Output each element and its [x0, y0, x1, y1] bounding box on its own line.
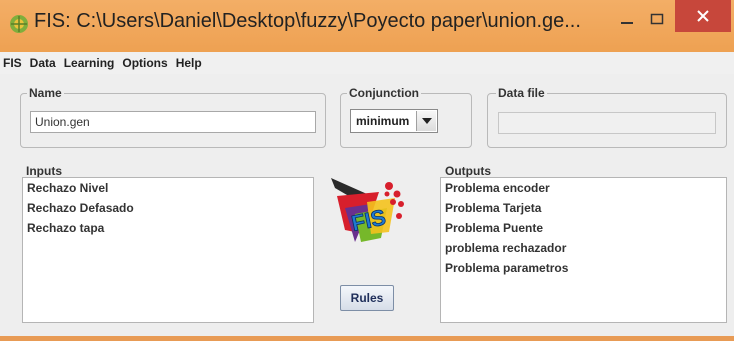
- menu-fis[interactable]: FIS: [3, 56, 22, 70]
- inputs-label: Inputs: [26, 164, 62, 178]
- rules-button[interactable]: Rules: [340, 285, 394, 311]
- conjunction-legend: Conjunction: [347, 86, 421, 100]
- inputs-list[interactable]: Rechazo Nivel Rechazo Defasado Rechazo t…: [22, 177, 314, 323]
- conjunction-select[interactable]: minimum: [350, 109, 438, 133]
- name-group: Name Union.gen: [20, 86, 326, 148]
- datafile-group: Data file: [487, 86, 727, 148]
- title-bar[interactable]: FIS: C:\Users\Daniel\Desktop\fuzzy\Poyec…: [0, 0, 734, 52]
- datafile-field[interactable]: [498, 112, 716, 134]
- window-title: FIS: C:\Users\Daniel\Desktop\fuzzy\Poyec…: [34, 10, 581, 32]
- close-button[interactable]: [675, 0, 731, 32]
- input-item[interactable]: Rechazo Defasado: [27, 201, 134, 215]
- chevron-down-icon: [421, 118, 432, 124]
- output-item[interactable]: Problema Tarjeta: [445, 201, 541, 215]
- input-item[interactable]: Rechazo Nivel: [27, 181, 108, 195]
- fis-logo-icon: FIS: [331, 178, 404, 242]
- menu-learning[interactable]: Learning: [64, 56, 115, 70]
- maximize-icon: [650, 13, 664, 25]
- minimize-icon: [621, 22, 633, 24]
- app-logo-icon: [10, 15, 28, 33]
- output-item[interactable]: Problema encoder: [445, 181, 550, 195]
- close-icon: [697, 10, 709, 22]
- outputs-label: Outputs: [445, 164, 491, 178]
- fis-window: FIS: C:\Users\Daniel\Desktop\fuzzy\Poyec…: [0, 0, 734, 341]
- output-item[interactable]: Problema parametros: [445, 261, 568, 275]
- menu-data[interactable]: Data: [30, 56, 56, 70]
- datafile-legend: Data file: [496, 86, 547, 100]
- conjunction-group: Conjunction minimum: [340, 86, 472, 148]
- menu-options[interactable]: Options: [122, 56, 167, 70]
- name-legend: Name: [27, 86, 64, 100]
- output-item[interactable]: Problema Puente: [445, 221, 543, 235]
- minimize-button[interactable]: [612, 2, 642, 36]
- dropdown-arrow-button[interactable]: [416, 111, 436, 131]
- menu-bar: FIS Data Learning Options Help: [0, 52, 734, 74]
- name-input[interactable]: Union.gen: [30, 111, 316, 133]
- input-item[interactable]: Rechazo tapa: [27, 221, 104, 235]
- conjunction-value: minimum: [356, 114, 410, 128]
- output-item[interactable]: problema rechazador: [445, 241, 566, 255]
- outputs-list[interactable]: Problema encoder Problema Tarjeta Proble…: [440, 177, 727, 323]
- window-bottom-border: [0, 336, 734, 341]
- maximize-button[interactable]: [642, 2, 672, 36]
- menu-help[interactable]: Help: [176, 56, 202, 70]
